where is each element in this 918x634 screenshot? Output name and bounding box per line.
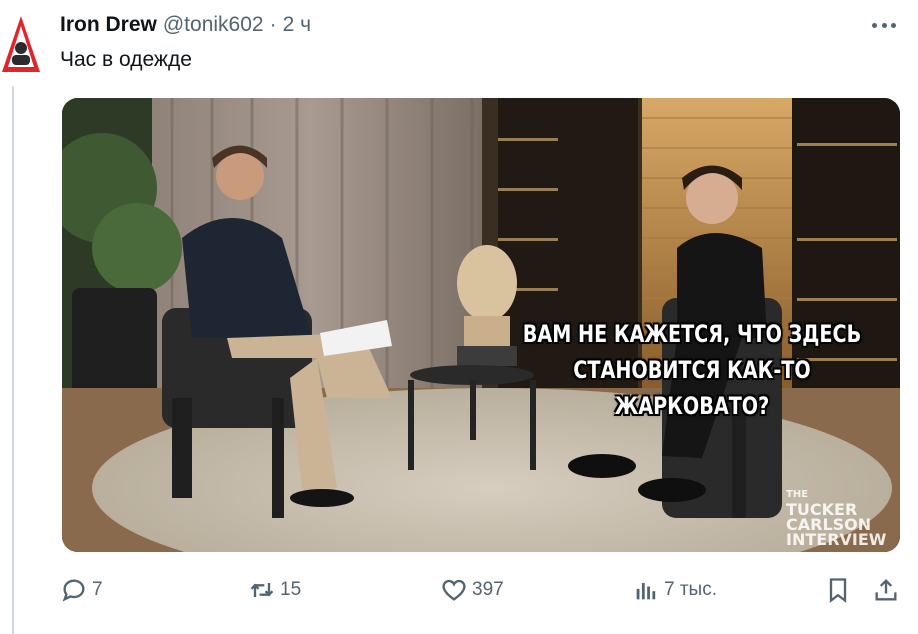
- repost-icon: [250, 583, 274, 597]
- bookmark-icon[interactable]: [824, 576, 852, 604]
- share-icon[interactable]: [872, 576, 900, 604]
- separator-dot: ·: [269, 13, 277, 36]
- repost-count: 15: [280, 579, 302, 600]
- like-button[interactable]: 397: [440, 572, 504, 608]
- reply-icon: [62, 579, 85, 602]
- subtitle-line: ВАМ НЕ КАЖЕТСЯ, ЧТО ЗДЕСЬ: [522, 320, 862, 348]
- post-time[interactable]: 2 ч: [283, 13, 311, 37]
- tweet-text: Час в одежде: [60, 48, 192, 71]
- views-bar-icon: [636, 583, 656, 600]
- subtitle-line: ЖАРКОВАТО?: [614, 392, 770, 420]
- more-dots-icon[interactable]: [872, 14, 896, 36]
- views-button[interactable]: 7 тыс.: [632, 572, 717, 608]
- author-handle[interactable]: @tonik602: [163, 13, 264, 37]
- like-count: 397: [472, 579, 504, 600]
- action-bar: 7 15 397 7 тыс.: [60, 572, 906, 608]
- media-video[interactable]: ВАМ НЕ КАЖЕТСЯ, ЧТО ЗДЕСЬ СТАНОВИТСЯ КАК…: [62, 98, 900, 552]
- reply-button[interactable]: 7: [60, 572, 103, 608]
- avatar[interactable]: [0, 12, 42, 72]
- watermark-line: INTERVIEW: [786, 530, 887, 549]
- subtitle-line: СТАНОВИТСЯ КАК-ТО: [573, 356, 811, 384]
- repost-button[interactable]: 15: [248, 572, 301, 608]
- tweet-header: Iron Drew @tonik602 · 2 ч: [60, 12, 311, 38]
- author-name[interactable]: Iron Drew: [60, 13, 157, 37]
- reply-count: 7: [92, 579, 103, 600]
- thread-line: [12, 86, 14, 634]
- video-watermark: THE TUCKER CARLSON INTERVIEW: [786, 488, 892, 549]
- heart-icon: [442, 579, 466, 601]
- views-count: 7 тыс.: [664, 579, 717, 600]
- video-subtitle: ВАМ НЕ КАЖЕТСЯ, ЧТО ЗДЕСЬ СТАНОВИТСЯ КАК…: [502, 316, 883, 424]
